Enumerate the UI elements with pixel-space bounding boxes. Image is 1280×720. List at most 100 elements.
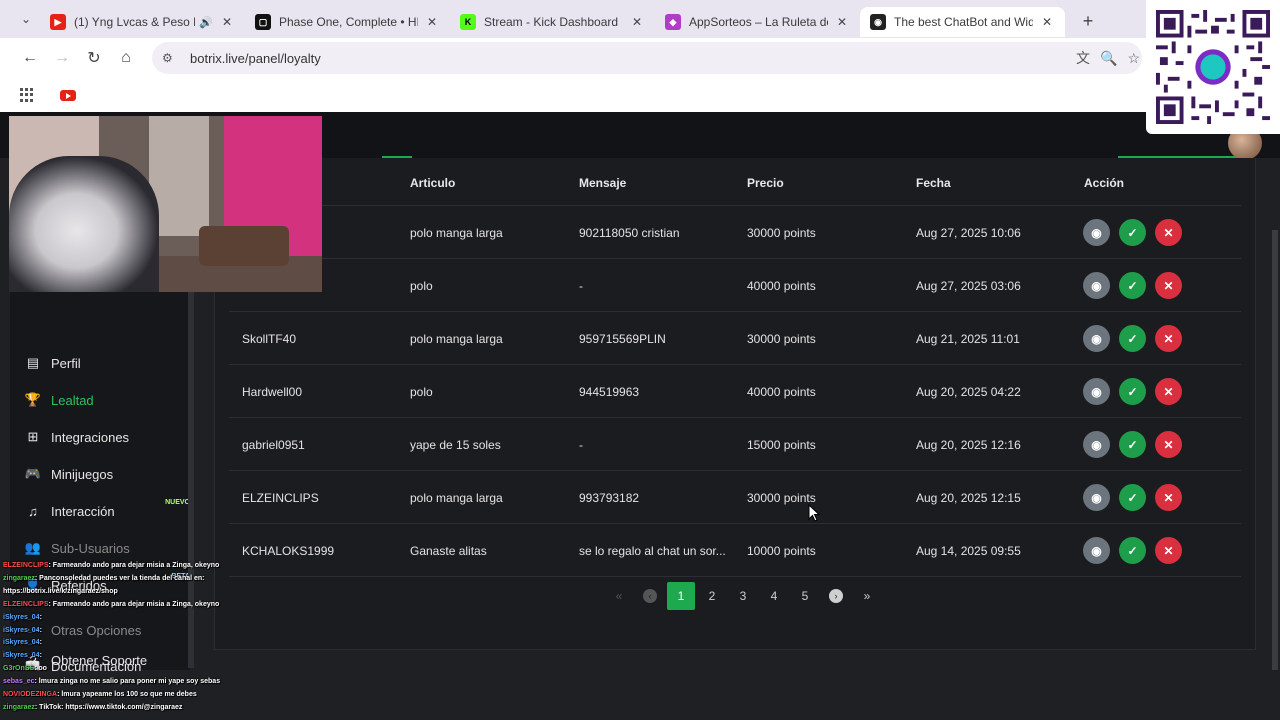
speaker-icon[interactable]: 🔊 <box>199 16 213 29</box>
tab-3[interactable]: ◆ AppSorteos – La Ruleta de la ✕ <box>655 7 860 37</box>
reject-close-icon[interactable]: ✕ <box>1155 431 1182 458</box>
table-row: polo - 40000 points Aug 27, 2025 03:06 ◉ ✓ ✕ <box>229 259 1241 312</box>
back-arrow-icon[interactable]: ← <box>14 42 46 74</box>
chat-message: iSkyres_04: <box>0 612 340 625</box>
appsorteos-favicon-icon: ◆ <box>665 14 681 30</box>
youtube-favicon-icon: ▶ <box>50 14 66 30</box>
close-tab-icon[interactable]: ✕ <box>1039 15 1055 29</box>
chat-message: sebas_ec: lmura zinga no me salio para p… <box>0 676 340 689</box>
chat-message: G3rOnSS: oo <box>0 663 340 676</box>
youtube-bookmark-icon[interactable] <box>60 89 76 101</box>
approve-check-icon[interactable]: ✓ <box>1119 431 1146 458</box>
cell-user: KCHALOKS1999 <box>242 544 335 558</box>
mouse-cursor-icon <box>808 504 820 522</box>
cell-user: SkollTF40 <box>242 332 297 346</box>
bookmark-star-icon[interactable]: ☆ <box>1127 50 1140 67</box>
site-settings-icon[interactable]: ⚙ <box>162 51 182 65</box>
sidebar-item-label: Sub-Usuarios <box>51 540 130 556</box>
tab-2[interactable]: K Stream - Kick Dashboard ✕ <box>450 7 655 37</box>
page-1-button[interactable]: 1 <box>667 582 695 610</box>
view-eye-icon[interactable]: ◉ <box>1083 378 1110 405</box>
close-tab-icon[interactable]: ✕ <box>834 15 850 29</box>
forward-arrow-icon[interactable]: → <box>46 42 78 74</box>
page-label: 4 <box>770 589 778 603</box>
page-5-button[interactable]: 5 <box>791 582 819 610</box>
view-eye-icon[interactable]: ◉ <box>1083 537 1110 564</box>
tab-search-chevron-icon[interactable]: ⌄ <box>12 5 40 33</box>
first-page-icon[interactable]: « <box>605 582 633 610</box>
sidebar-item-minijuegos[interactable]: 🎮 Minijuegos <box>24 462 190 486</box>
next-page-label: › <box>829 589 843 603</box>
new-tab-plus-icon[interactable]: + <box>1073 6 1103 36</box>
cell-mensaje: 902118050 cristian <box>579 226 680 240</box>
approve-check-icon[interactable]: ✓ <box>1119 378 1146 405</box>
reload-icon[interactable]: ↻ <box>78 42 110 74</box>
view-eye-icon[interactable]: ◉ <box>1083 431 1110 458</box>
plug-icon: ⊞ <box>27 429 39 444</box>
sidebar-item-interaccion[interactable]: ♫ Interacción NUEVO <box>24 499 190 523</box>
page-4-button[interactable]: 4 <box>760 582 788 610</box>
bookmarks-bar <box>0 78 1280 112</box>
approve-check-icon[interactable]: ✓ <box>1119 537 1146 564</box>
chat-text: : Farmeando ando para dejar misia a Zing… <box>48 562 220 569</box>
page-scrollbar[interactable] <box>1272 230 1278 670</box>
chat-text: : <box>39 639 42 647</box>
tab-4[interactable]: ◉ The best ChatBot and Widge ✕ <box>860 7 1065 37</box>
page-label: 2 <box>708 589 716 603</box>
reject-close-icon[interactable]: ✕ <box>1155 484 1182 511</box>
view-eye-icon[interactable]: ◉ <box>1083 272 1110 299</box>
screen: ⌄ ▶ (1) Yng Lvcas & Peso Plu 🔊 ✕ ▢ Phase… <box>0 0 1280 720</box>
reject-close-icon[interactable]: ✕ <box>1155 219 1182 246</box>
row-actions: ◉ ✓ ✕ <box>1083 537 1182 564</box>
view-eye-icon[interactable]: ◉ <box>1083 219 1110 246</box>
approve-check-icon[interactable]: ✓ <box>1119 272 1146 299</box>
reject-close-icon[interactable]: ✕ <box>1155 272 1182 299</box>
home-icon[interactable]: ⌂ <box>110 42 142 74</box>
last-page-icon[interactable]: » <box>853 582 881 610</box>
close-tab-icon[interactable]: ✕ <box>219 15 235 29</box>
tab-0[interactable]: ▶ (1) Yng Lvcas & Peso Plu 🔊 ✕ <box>40 7 245 37</box>
apps-grid-icon[interactable] <box>20 88 34 102</box>
chat-username: ELZEINCLIPS <box>3 562 49 569</box>
sidebar-item-integraciones[interactable]: ⊞ Integraciones <box>24 425 190 449</box>
sidebar-item-label: Interacción <box>51 503 115 519</box>
page-2-button[interactable]: 2 <box>698 582 726 610</box>
tab-1[interactable]: ▢ Phase One, Complete • HBO ✕ <box>245 7 450 37</box>
close-tab-icon[interactable]: ✕ <box>629 15 645 29</box>
zoom-icon[interactable]: 🔍 <box>1100 50 1117 67</box>
url-input[interactable]: ⚙ botrix.live/panel/loyalty <box>152 42 1142 74</box>
redemptions-panel: Articulo Mensaje Precio Fecha Acción pol… <box>214 158 1256 650</box>
cell-fecha: Aug 20, 2025 12:16 <box>916 438 1021 452</box>
reject-close-icon[interactable]: ✕ <box>1155 325 1182 352</box>
reject-close-icon[interactable]: ✕ <box>1155 378 1182 405</box>
next-page-icon[interactable]: › <box>822 582 850 610</box>
music-note-icon: ♫ <box>28 503 38 519</box>
cell-articulo: polo manga larga <box>410 332 503 346</box>
qr-code-icon <box>1156 10 1270 124</box>
approve-check-icon[interactable]: ✓ <box>1119 484 1146 511</box>
cell-precio: 15000 points <box>747 438 816 452</box>
prev-page-icon[interactable]: ‹ <box>636 582 664 610</box>
cell-articulo: polo <box>410 385 433 399</box>
gamepad-icon: 🎮 <box>24 466 42 481</box>
webcam-overlay <box>9 116 322 292</box>
sidebar-item-lealtad[interactable]: 🏆 Lealtad <box>24 388 190 412</box>
cell-precio: 30000 points <box>747 226 816 240</box>
chat-text: : lmura zinga no me salio para poner mi … <box>34 678 221 686</box>
approve-check-icon[interactable]: ✓ <box>1119 325 1146 352</box>
translate-icon[interactable]: 文 <box>1076 48 1090 68</box>
tab-title: AppSorteos – La Ruleta de la <box>689 15 828 29</box>
cell-mensaje: - <box>579 438 583 452</box>
view-eye-icon[interactable]: ◉ <box>1083 325 1110 352</box>
sidebar-item-sub-usuarios[interactable]: 👥 Sub-Usuarios <box>24 536 190 560</box>
approve-check-icon[interactable]: ✓ <box>1119 219 1146 246</box>
close-tab-icon[interactable]: ✕ <box>424 15 440 29</box>
chat-text: : <box>39 652 42 660</box>
reject-close-icon[interactable]: ✕ <box>1155 537 1182 564</box>
chat-text: : TikTok: https://www.tiktok.com/@zingar… <box>34 703 183 711</box>
chat-message: NOVIODEZINGA: lmura yapeame los 100 so q… <box>0 689 340 702</box>
sidebar-item-perfil[interactable]: ▤ Perfil <box>24 351 190 375</box>
chat-message: iSkyres_04: <box>0 650 340 663</box>
view-eye-icon[interactable]: ◉ <box>1083 484 1110 511</box>
page-3-button[interactable]: 3 <box>729 582 757 610</box>
